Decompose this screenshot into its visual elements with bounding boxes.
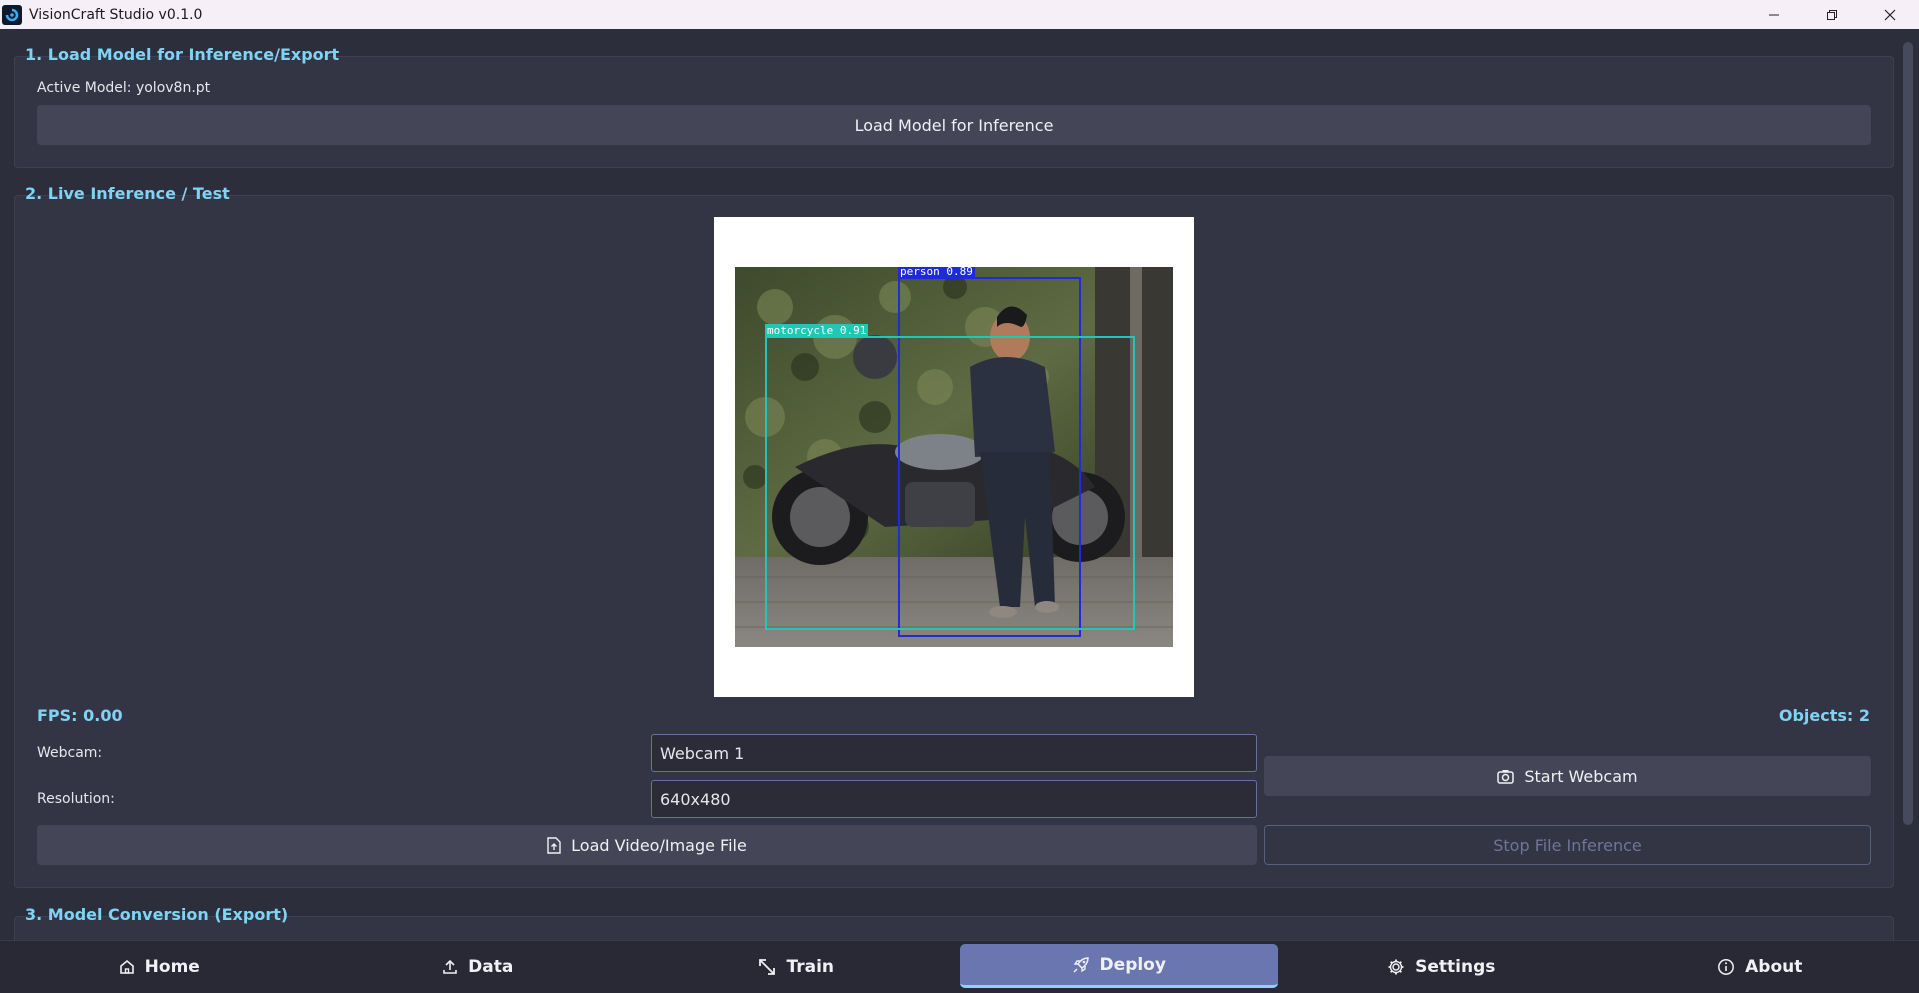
nav-train-label: Train bbox=[786, 957, 834, 977]
section1-title: 1. Load Model for Inference/Export bbox=[25, 45, 340, 64]
close-icon bbox=[1884, 9, 1896, 20]
section3-title: 3. Model Conversion (Export) bbox=[25, 905, 289, 924]
nav-data[interactable]: Data bbox=[319, 941, 638, 993]
stop-file-inference-button[interactable]: Stop File Inference bbox=[1264, 825, 1871, 865]
camera-icon bbox=[1497, 769, 1515, 784]
load-file-button[interactable]: Load Video/Image File bbox=[37, 825, 1257, 865]
load-model-button-label: Load Model for Inference bbox=[854, 115, 1054, 135]
model-conversion-group bbox=[14, 916, 1894, 940]
nav-deploy[interactable]: Deploy bbox=[959, 944, 1278, 988]
file-upload-icon bbox=[547, 836, 561, 854]
nav-about-label: About bbox=[1745, 957, 1803, 977]
inference-preview: person 0.89 motorcycle 0.91 bbox=[714, 217, 1194, 697]
rocket-icon bbox=[1073, 956, 1089, 972]
resolution-select[interactable]: 640x480 bbox=[651, 780, 1257, 818]
load-file-label: Load Video/Image File bbox=[571, 835, 747, 855]
upload-icon bbox=[443, 959, 457, 974]
detection-label-person: person 0.89 bbox=[898, 267, 975, 278]
nav-about[interactable]: About bbox=[1601, 941, 1919, 993]
detection-label-motorcycle: motorcycle 0.91 bbox=[765, 324, 869, 337]
nav-home[interactable]: Home bbox=[0, 941, 319, 993]
resolution-label: Resolution: bbox=[37, 791, 115, 807]
start-webcam-label: Start Webcam bbox=[1524, 766, 1638, 786]
gear-icon bbox=[1388, 959, 1404, 975]
info-icon bbox=[1718, 959, 1735, 975]
nav-home-label: Home bbox=[144, 957, 200, 977]
webcam-select[interactable]: Webcam 1 bbox=[651, 734, 1257, 772]
nav-deploy-label: Deploy bbox=[1099, 954, 1166, 975]
bottom-navigation: Home Data Train Deploy Settings About bbox=[0, 940, 1919, 993]
app-logo-icon bbox=[2, 4, 22, 25]
inference-image: person 0.89 motorcycle 0.91 bbox=[735, 267, 1173, 647]
nav-train[interactable]: Train bbox=[637, 941, 956, 993]
window-title: VisionCraft Studio v0.1.0 bbox=[29, 6, 203, 23]
nav-settings[interactable]: Settings bbox=[1282, 941, 1601, 993]
stop-file-inference-label: Stop File Inference bbox=[1493, 835, 1642, 855]
start-webcam-button[interactable]: Start Webcam bbox=[1264, 756, 1871, 796]
minimize-button[interactable] bbox=[1745, 0, 1803, 29]
minimize-icon bbox=[1769, 14, 1779, 15]
load-model-button[interactable]: Load Model for Inference bbox=[37, 105, 1871, 145]
nav-settings-label: Settings bbox=[1415, 957, 1496, 977]
restore-button[interactable] bbox=[1803, 0, 1861, 29]
close-button[interactable] bbox=[1861, 0, 1919, 29]
title-bar: VisionCraft Studio v0.1.0 bbox=[0, 0, 1919, 29]
vertical-scrollbar[interactable] bbox=[1903, 42, 1913, 825]
detection-box-motorcycle: motorcycle 0.91 bbox=[765, 324, 1135, 630]
restore-icon bbox=[1827, 9, 1837, 20]
section2-title: 2. Live Inference / Test bbox=[25, 184, 230, 203]
fps-readout: FPS: 0.00 bbox=[37, 706, 123, 725]
expand-icon bbox=[759, 959, 776, 975]
active-model-label: Active Model: yolov8n.pt bbox=[37, 80, 211, 96]
nav-data-label: Data bbox=[468, 957, 514, 977]
main-content: 1. Load Model for Inference/Export Activ… bbox=[0, 29, 1919, 940]
webcam-label: Webcam: bbox=[37, 745, 103, 761]
home-icon bbox=[119, 959, 134, 974]
objects-count: Objects: 2 bbox=[1778, 706, 1870, 725]
